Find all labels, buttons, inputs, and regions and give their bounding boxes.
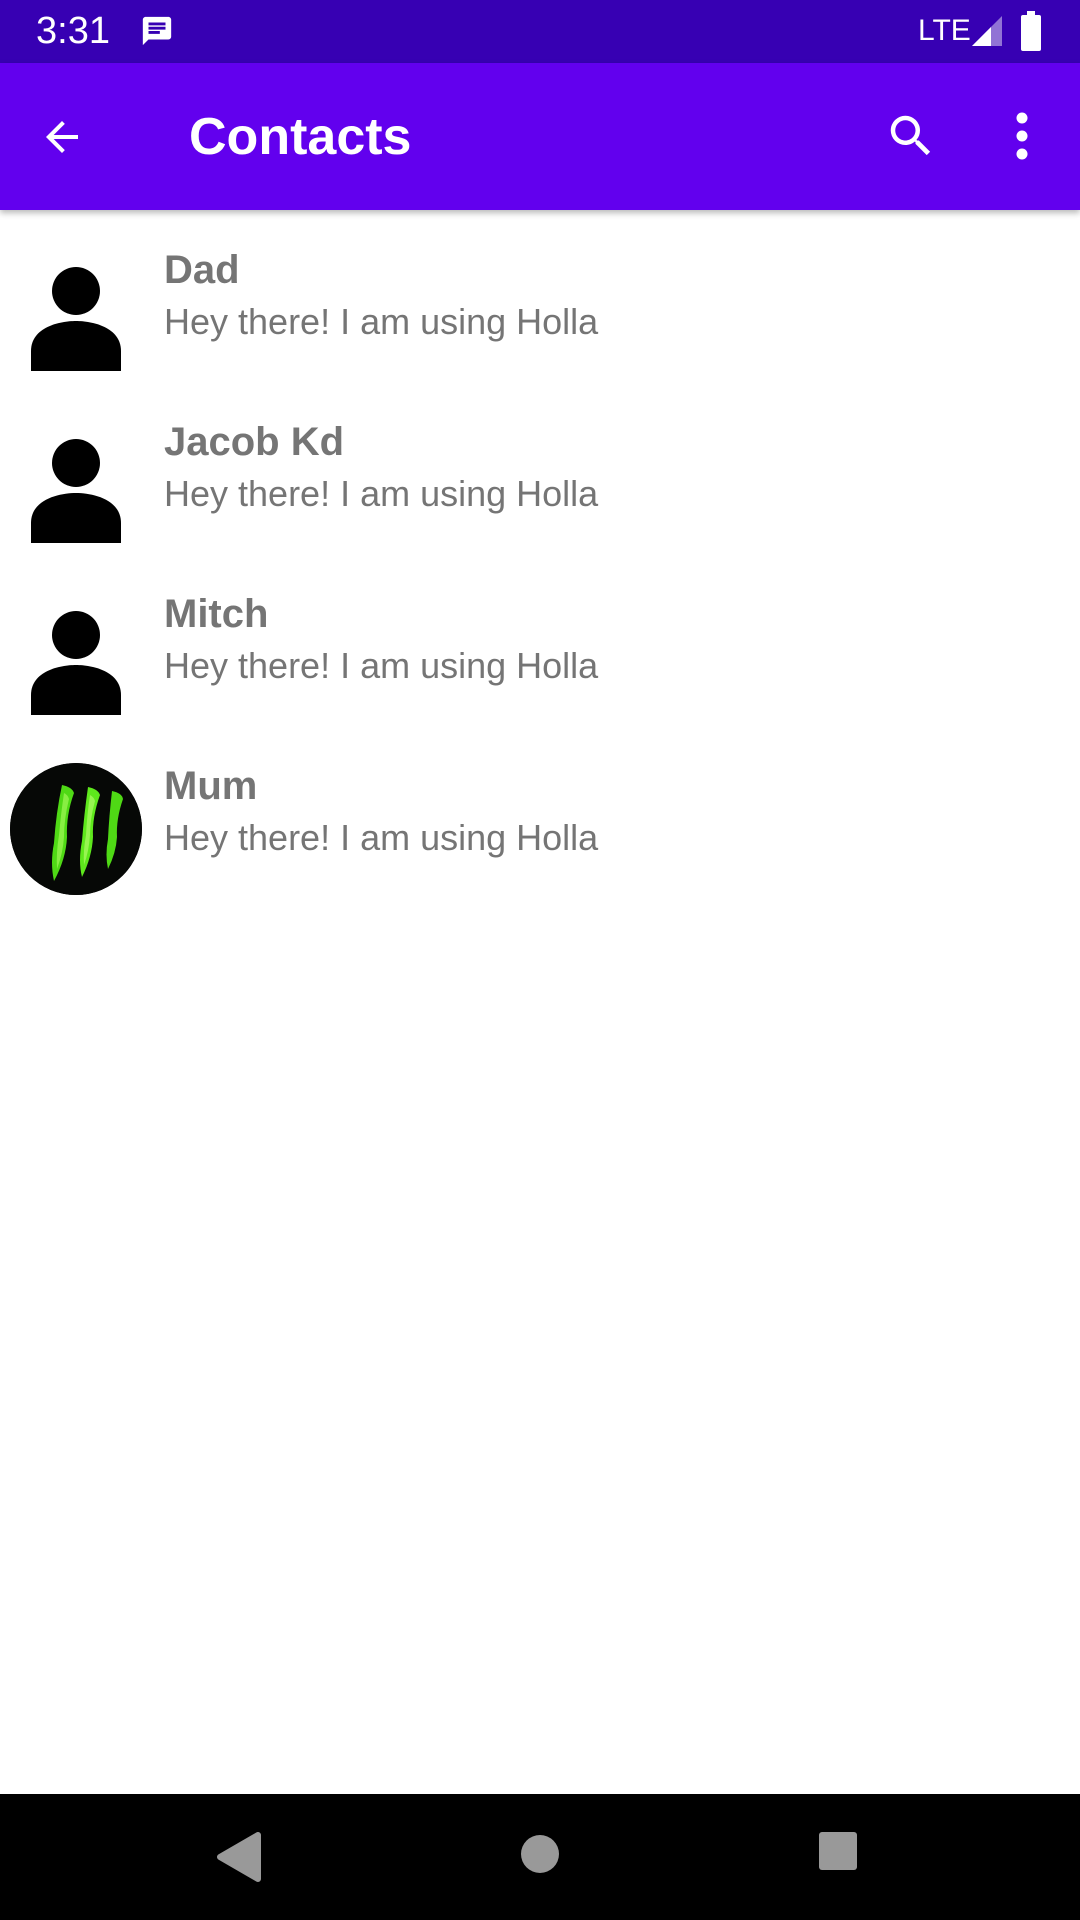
contact-status: Hey there! I am using Holla (164, 473, 599, 514)
avatar (10, 591, 142, 723)
avatar (10, 763, 142, 895)
avatar (10, 247, 142, 379)
contact-name: Mum (164, 764, 258, 808)
contact-name: Mitch (164, 592, 269, 636)
more-vert-icon (1016, 112, 1028, 160)
status-time: 3:31 (36, 10, 110, 52)
more-options-button[interactable] (990, 103, 1054, 169)
nav-back-icon[interactable] (212, 1831, 262, 1883)
contact-row[interactable]: Mum Hey there! I am using Holla (0, 726, 1080, 898)
network-type-label: LTE (918, 14, 971, 47)
nav-home-icon[interactable] (520, 1834, 560, 1874)
signal-icon (970, 14, 1004, 48)
search-button[interactable] (878, 103, 944, 169)
contact-row[interactable]: Jacob Kd Hey there! I am using Holla (0, 382, 1080, 554)
contact-list: Dad Hey there! I am using Holla Jacob Kd… (0, 210, 1080, 898)
contact-row[interactable]: Mitch Hey there! I am using Holla (0, 554, 1080, 726)
contact-status: Hey there! I am using Holla (164, 301, 599, 342)
system-nav-bar (0, 1794, 1080, 1920)
contacts-screen: 3:31 LTE Contacts Dad Hey there! I am us… (0, 0, 1080, 1920)
nav-recents-icon[interactable] (818, 1831, 858, 1871)
green-claw-photo (10, 763, 142, 895)
contact-name: Dad (164, 248, 240, 292)
avatar (10, 419, 142, 551)
back-button[interactable] (30, 105, 94, 169)
app-bar: Contacts (0, 63, 1080, 210)
default-person-icon (31, 439, 121, 543)
battery-icon (1020, 11, 1042, 51)
contact-name: Jacob Kd (164, 420, 345, 464)
contact-status: Hey there! I am using Holla (164, 645, 599, 686)
back-arrow-icon (46, 121, 78, 153)
default-person-icon (31, 611, 121, 715)
page-title: Contacts (189, 108, 412, 166)
default-person-icon (31, 267, 121, 371)
message-notification-icon (140, 14, 174, 48)
status-bar: 3:31 LTE (0, 0, 1080, 63)
search-icon (890, 115, 931, 156)
contact-status: Hey there! I am using Holla (164, 817, 599, 858)
contact-row[interactable]: Dad Hey there! I am using Holla (0, 210, 1080, 382)
